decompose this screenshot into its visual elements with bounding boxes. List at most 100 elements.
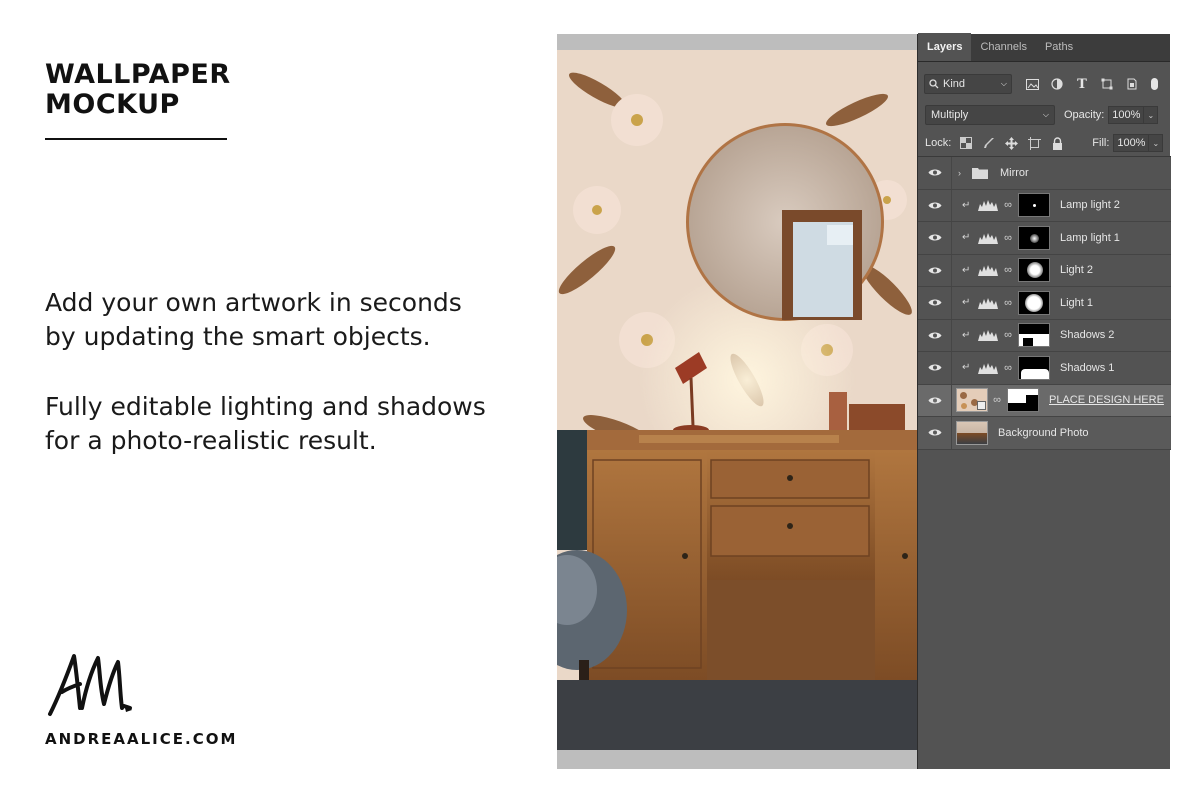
opacity-dropdown-icon[interactable]: ⌄ [1144, 106, 1159, 124]
layer-row-background-photo[interactable]: Background Photo [918, 417, 1171, 450]
intro-line-1: Add your own artwork in seconds [45, 288, 462, 317]
tab-channels[interactable]: Channels [971, 33, 1035, 61]
room-illustration [557, 50, 917, 750]
features-line-1: Fully editable lighting and shadows [45, 392, 486, 421]
intro-paragraph: Add your own artwork in seconds by updat… [45, 286, 545, 354]
clipping-arrow-icon: ↵ [962, 297, 971, 309]
layer-mask-thumbnail[interactable] [1018, 193, 1050, 218]
levels-adjustment-icon [978, 232, 998, 244]
eye-icon[interactable] [918, 352, 952, 384]
levels-adjustment-icon [978, 297, 998, 309]
fill-input[interactable]: 100% [1113, 134, 1150, 152]
type-filter-icon[interactable]: T [1074, 76, 1090, 92]
clipping-arrow-icon: ↵ [962, 199, 971, 211]
layer-row-lamp-light-1[interactable]: ↵ ∞ Lamp light 1 [918, 222, 1171, 255]
page-title: WALLPAPER MOCKUP [45, 60, 231, 120]
link-chain-icon[interactable]: ∞ [1003, 199, 1013, 211]
background-thumbnail[interactable] [956, 420, 988, 445]
layers-panel: Layers Channels Paths Kind ⌵ T Multiply … [917, 33, 1171, 769]
lock-move-icon[interactable] [1005, 136, 1019, 150]
levels-adjustment-icon [978, 362, 998, 374]
layer-name: PLACE DESIGN HERE [1049, 394, 1164, 407]
layer-row-shadows-2[interactable]: ↵ ∞ Shadows 2 [918, 319, 1171, 352]
eye-icon[interactable] [918, 287, 952, 319]
kind-label: Kind [943, 78, 966, 90]
fill-dropdown-icon[interactable]: ⌄ [1149, 134, 1164, 152]
folder-icon [972, 167, 988, 179]
website-url[interactable]: ANDREAALICE.COM [45, 730, 237, 748]
lock-all-icon[interactable] [1051, 136, 1064, 150]
levels-adjustment-icon [978, 200, 998, 212]
layer-mask-thumbnail[interactable] [1018, 323, 1050, 348]
layer-mask-thumbnail[interactable] [1018, 225, 1050, 250]
lock-artboard-icon[interactable] [1028, 136, 1042, 150]
layer-mask-thumbnail[interactable] [1018, 258, 1050, 283]
link-chain-icon[interactable]: ∞ [1003, 329, 1013, 341]
intro-line-2: by updating the smart objects. [45, 322, 431, 351]
eye-icon[interactable] [918, 319, 952, 351]
eye-icon[interactable] [918, 417, 952, 449]
levels-adjustment-icon [978, 265, 998, 277]
adjustment-filter-icon[interactable] [1049, 76, 1065, 92]
layer-row-place-design-here[interactable]: ∞ PLACE DESIGN HERE [918, 384, 1171, 417]
smart-object-thumbnail[interactable] [956, 388, 988, 413]
search-icon [929, 79, 939, 89]
smart-object-filter-icon[interactable] [1124, 76, 1140, 92]
filter-toggle[interactable] [1151, 78, 1158, 90]
eye-icon[interactable] [918, 189, 952, 221]
signature-logo-icon [48, 654, 132, 716]
blend-row: Multiply ⌵ Opacity: 100% ⌄ [918, 102, 1171, 128]
layer-row-lamp-light-2[interactable]: ↵ ∞ Lamp light 2 [918, 189, 1171, 222]
layer-mask-thumbnail[interactable] [1018, 290, 1050, 315]
link-chain-icon[interactable]: ∞ [1003, 362, 1013, 374]
layer-name: Lamp light 1 [1060, 231, 1120, 244]
title-line-1: WALLPAPER [45, 59, 231, 90]
lock-transparent-icon[interactable] [959, 137, 972, 150]
eye-icon[interactable] [918, 222, 952, 254]
chevron-down-icon: ⌵ [1042, 110, 1049, 119]
kind-filter-select[interactable]: Kind ⌵ [924, 74, 1012, 94]
layer-name: Shadows 1 [1060, 361, 1115, 374]
link-chain-icon[interactable]: ∞ [1003, 297, 1013, 309]
link-chain-icon[interactable]: ∞ [1003, 232, 1013, 244]
lock-paint-icon[interactable] [982, 137, 995, 150]
layer-row-shadows-1[interactable]: ↵ ∞ Shadows 1 [918, 352, 1171, 385]
layer-row-light-1[interactable]: ↵ ∞ Light 1 [918, 287, 1171, 320]
lock-row: Lock: Fill: 100% ⌄ [918, 131, 1171, 155]
features-paragraph: Fully editable lighting and shadows for … [45, 390, 545, 458]
chevron-down-icon: ⌵ [1000, 79, 1007, 88]
clipping-arrow-icon: ↵ [962, 329, 971, 341]
layer-name: Mirror [1000, 166, 1029, 179]
levels-adjustment-icon [978, 330, 998, 342]
layer-row-mirror[interactable]: › Mirror [918, 157, 1171, 190]
filter-row: Kind ⌵ T [918, 70, 1171, 98]
link-chain-icon[interactable]: ∞ [1003, 264, 1013, 276]
filter-icons: T [1024, 76, 1158, 92]
shape-filter-icon[interactable] [1099, 76, 1115, 92]
fill-label: Fill: [1092, 137, 1110, 149]
layer-mask-thumbnail[interactable] [1018, 355, 1050, 380]
eye-icon[interactable] [918, 157, 952, 189]
title-divider [45, 138, 227, 140]
image-filter-icon[interactable] [1024, 76, 1040, 92]
layer-name: Lamp light 2 [1060, 199, 1120, 212]
blend-mode-value: Multiply [931, 109, 969, 121]
layer-mask-thumbnail[interactable] [1007, 388, 1039, 413]
features-line-2: for a photo-realistic result. [45, 426, 377, 455]
layer-name: Light 2 [1060, 264, 1094, 277]
tab-layers[interactable]: Layers [918, 33, 972, 61]
link-chain-icon[interactable]: ∞ [992, 394, 1002, 406]
layers-list: › Mirror ↵ ∞ Lamp light 2 ↵ ∞ Lamp light… [918, 156, 1171, 450]
tab-paths[interactable]: Paths [1036, 33, 1082, 61]
panel-tabs: Layers Channels Paths [918, 33, 1170, 62]
opacity-input[interactable]: 100% [1108, 106, 1145, 124]
opacity-label: Opacity: [1064, 109, 1105, 121]
eye-icon[interactable] [918, 384, 952, 416]
clipping-arrow-icon: ↵ [962, 232, 971, 244]
eye-icon[interactable] [918, 254, 952, 286]
clipping-arrow-icon: ↵ [962, 362, 971, 374]
chevron-right-icon[interactable]: › [958, 168, 968, 178]
blend-mode-select[interactable]: Multiply ⌵ [925, 105, 1055, 125]
layer-name: Shadows 2 [1060, 329, 1115, 342]
layer-row-light-2[interactable]: ↵ ∞ Light 2 [918, 254, 1171, 287]
